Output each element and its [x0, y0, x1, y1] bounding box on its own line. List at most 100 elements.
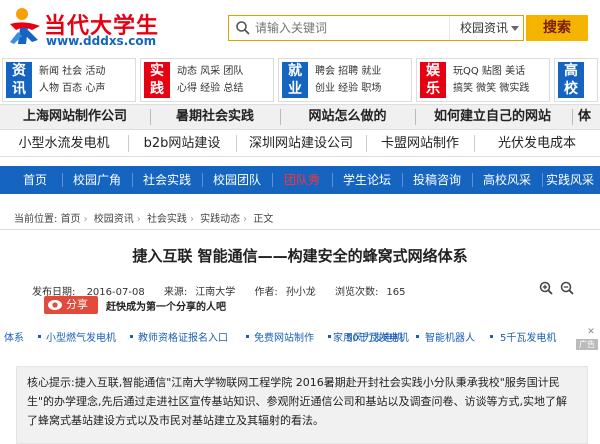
divider	[542, 173, 543, 187]
eye-icon	[48, 300, 62, 310]
channel-jobs: 就业 聘会 招聘 就业 创业 经验 职场	[278, 58, 412, 102]
bullet-icon	[416, 335, 419, 338]
channel-practice: 实践 动态 风采 团队 心得 经验 总结	[140, 58, 274, 102]
search-input[interactable]	[255, 19, 445, 37]
divider	[0, 229, 600, 230]
promo-link[interactable]: 小型水流发电机	[0, 131, 128, 156]
divider	[402, 173, 403, 187]
breadcrumb-item[interactable]: 首页	[61, 214, 81, 225]
divider	[132, 173, 133, 187]
author-field: 作者: 孙小龙	[254, 287, 323, 298]
bullet-icon	[490, 335, 493, 338]
nav-forum[interactable]: 学生论坛	[334, 166, 400, 194]
views-field: 浏览次数: 165	[335, 287, 413, 298]
article-title: 捷入互联 智能通信——构建安全的蜂窝式网络体系	[132, 247, 468, 265]
breadcrumb: 当前位置: 首页 › 校园资讯 › 社会实践 › 实践动态 › 正文	[14, 210, 273, 226]
promo-link[interactable]: 如何建立自己的网站	[415, 105, 570, 129]
author-value: 孙小龙	[285, 287, 316, 298]
channel-nav: 资讯 新闻 社会 活动 人物 百态 心声 实践 动态 风采 团队 心得 经验 总…	[0, 58, 600, 102]
nav-team-show[interactable]: 团队秀	[274, 166, 330, 194]
promo-link[interactable]: 网站怎么做的	[280, 105, 415, 129]
search-icon	[236, 21, 250, 35]
ad-link-strip-right: 50千瓦发电机 智能机器人 5千瓦发电机	[0, 326, 600, 348]
ad-badge: 广告	[576, 339, 598, 350]
divider	[202, 173, 203, 187]
divider	[272, 173, 273, 187]
page: 当代大学生 www.dddxs.com 校园资讯 搜索 资讯 新闻	[0, 0, 600, 444]
site-url: www.dddxs.com	[46, 34, 157, 48]
views-count: 165	[386, 287, 406, 298]
channel-college: 高校	[554, 58, 598, 102]
channel-jobs-title[interactable]: 就业	[282, 62, 308, 98]
search-bar: 校园资讯 搜索	[228, 15, 590, 41]
promo-link[interactable]: 深圳网站建设公司	[236, 131, 366, 156]
zoom-out-icon[interactable]	[560, 281, 574, 295]
divider	[572, 109, 573, 125]
promo-link[interactable]: b2b网站建设	[128, 131, 236, 156]
promo-link[interactable]: 上海网站制作公司	[0, 105, 150, 129]
channel-practice-links: 动态 风采 团队 心得 经验 总结	[177, 63, 243, 97]
channel-news-link-row-2[interactable]: 人物 百态 心声	[39, 80, 105, 97]
share-label: 分享	[66, 298, 88, 311]
promo-row-2: 小型水流发电机 b2b网站建设 深圳网站建设公司 卡盟网站制作 光伏发电成本	[0, 131, 600, 157]
nav-practice-style[interactable]: 实践风采	[546, 166, 600, 194]
channel-news-links: 新闻 社会 活动 人物 百态 心声	[39, 63, 105, 97]
breadcrumb-arrow-icon: ›	[136, 214, 141, 225]
breadcrumb-current: 正文	[253, 214, 274, 225]
channel-jobs-link-row-1[interactable]: 聘会 招聘 就业	[315, 63, 381, 80]
search-button[interactable]: 搜索	[526, 15, 588, 41]
promo-row-1: 上海网站制作公司 暑期社会实践 网站怎么做的 如何建立自己的网站 体	[0, 104, 600, 130]
zoom-in-icon[interactable]	[539, 281, 553, 295]
site-logo[interactable]: 当代大学生 www.dddxs.com	[6, 6, 176, 50]
divider	[62, 173, 63, 187]
channel-fun-title[interactable]: 娱乐	[420, 62, 446, 98]
promo-link[interactable]: 卡盟网站制作	[366, 131, 474, 156]
nav-college-style[interactable]: 高校风采	[474, 166, 540, 194]
ad-link[interactable]: 智能机器人	[425, 329, 475, 344]
breadcrumb-item[interactable]: 校园资讯	[94, 214, 134, 225]
promo-link[interactable]: 体	[578, 105, 600, 129]
promo-link[interactable]: 暑期社会实践	[150, 105, 280, 129]
divider	[472, 173, 473, 187]
channel-practice-link-row-2[interactable]: 心得 经验 总结	[177, 80, 243, 97]
breadcrumb-item[interactable]: 实践动态	[200, 214, 240, 225]
views-label: 浏览次数:	[335, 287, 379, 298]
breadcrumb-arrow-icon: ›	[243, 214, 248, 225]
divider	[332, 173, 333, 187]
channel-news-link-row-1[interactable]: 新闻 社会 活动	[39, 63, 105, 80]
breadcrumb-item[interactable]: 社会实践	[147, 214, 187, 225]
breadcrumb-arrow-icon: ›	[189, 214, 194, 225]
channel-fun-link-row-1[interactable]: 玩QQ 贴图 美话	[453, 63, 529, 80]
search-category-value: 校园资讯	[460, 21, 509, 35]
source-value: 江南大学	[195, 287, 236, 298]
close-icon[interactable]: ✕	[586, 327, 596, 337]
chevron-down-icon	[511, 26, 519, 31]
article-summary: 核心提示:捷入互联,智能通信"江南大学物联网工程学院 2016暑期赴开封社会实践…	[16, 366, 588, 444]
channel-college-title[interactable]: 高校	[558, 62, 584, 98]
channel-practice-link-row-1[interactable]: 动态 风采 团队	[177, 63, 243, 80]
channel-jobs-link-row-2[interactable]: 创业 经验 职场	[315, 80, 381, 97]
channel-news: 资讯 新闻 社会 活动 人物 百态 心声	[2, 58, 136, 102]
nav-submit[interactable]: 投稿咨询	[404, 166, 470, 194]
nav-campus[interactable]: 校园广角	[64, 166, 130, 194]
search-category-select[interactable]: 校园资讯	[449, 16, 525, 40]
share-button[interactable]: 分享	[44, 296, 98, 314]
source-field: 来源: 江南大学	[164, 287, 243, 298]
promo-link[interactable]: 光伏发电成本	[474, 131, 600, 156]
nav-teams[interactable]: 校园团队	[204, 166, 270, 194]
channel-news-title[interactable]: 资讯	[6, 62, 32, 98]
breadcrumb-label: 当前位置:	[14, 214, 58, 225]
nav-practice[interactable]: 社会实践	[134, 166, 200, 194]
site-header: 当代大学生 www.dddxs.com 校园资讯 搜索	[0, 0, 600, 56]
source-label: 来源:	[163, 287, 188, 298]
breadcrumb-arrow-icon: ›	[83, 214, 88, 225]
author-label: 作者:	[254, 287, 278, 298]
channel-practice-title[interactable]: 实践	[144, 62, 170, 98]
search-box: 校园资讯	[228, 15, 524, 41]
nav-home[interactable]: 首页	[10, 166, 60, 194]
channel-fun-link-row-2[interactable]: 搞笑 微笑 微实践	[453, 80, 529, 97]
logo-figure-icon	[10, 8, 40, 44]
ad-link[interactable]: 5千瓦发电机	[500, 329, 556, 344]
ad-link[interactable]: 50千瓦发电机	[346, 329, 409, 344]
main-nav: 首页 校园广角 社会实践 校园团队 团队秀 学生论坛 投稿咨询 高校风采 实践风…	[0, 166, 600, 194]
